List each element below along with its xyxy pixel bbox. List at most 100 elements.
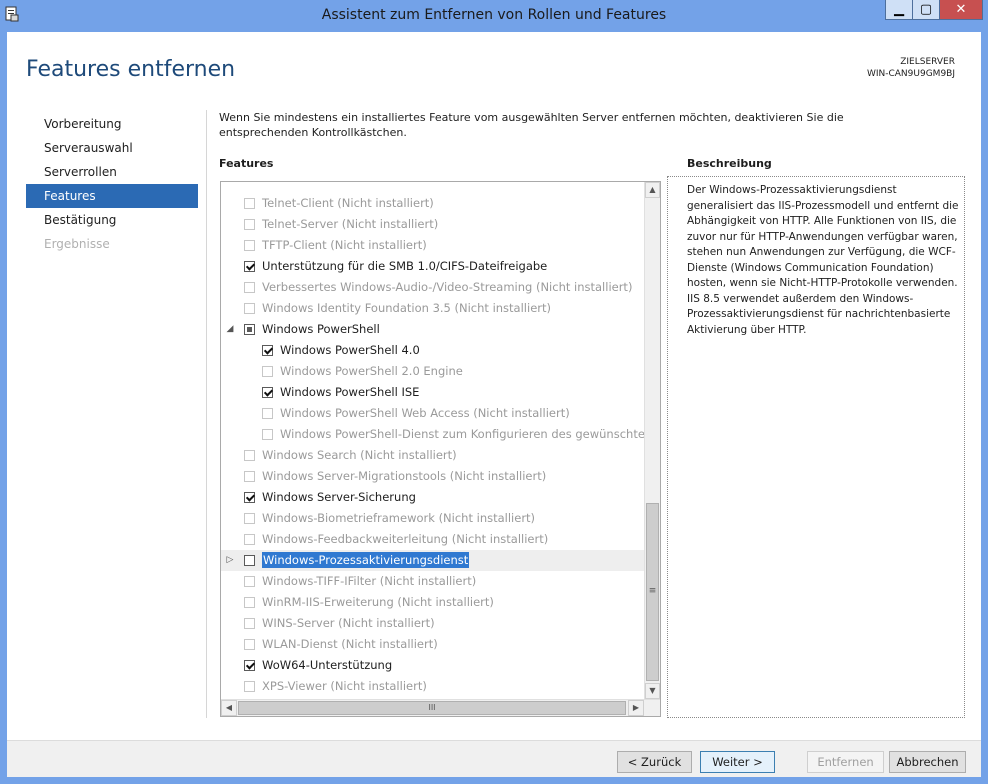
- feature-row[interactable]: Telnet-Server (Nicht installiert): [221, 214, 645, 235]
- minimize-icon: ▁: [894, 2, 904, 17]
- feature-label-xps-viewer-nicht-installiert: XPS-Viewer (Nicht installiert): [262, 679, 427, 693]
- feature-row[interactable]: XPS-Viewer (Nicht installiert): [221, 676, 645, 697]
- feature-row[interactable]: WoW64-Unterstützung: [221, 655, 645, 676]
- feature-row[interactable]: Windows PowerShell 4.0: [221, 340, 645, 361]
- feature-checkbox: [244, 513, 255, 524]
- intro-text: Wenn Sie mindestens ein installiertes Fe…: [219, 111, 844, 139]
- collapse-arrow-icon[interactable]: ◢: [224, 319, 236, 340]
- nav-item-serverrollen[interactable]: Serverrollen: [26, 160, 198, 184]
- description-heading: Beschreibung: [687, 157, 772, 170]
- feature-checkbox: [244, 303, 255, 314]
- back-button[interactable]: < Zurück: [617, 751, 692, 773]
- feature-row[interactable]: TFTP-Client (Nicht installiert): [221, 235, 645, 256]
- wizard-footer: < Zurück Weiter > Entfernen Abbrechen: [7, 740, 981, 777]
- feature-row[interactable]: Windows PowerShell 2.0 Engine: [221, 361, 645, 382]
- feature-checkbox: [244, 471, 255, 482]
- feature-row[interactable]: WLAN-Dienst (Nicht installiert): [221, 634, 645, 655]
- feature-row[interactable]: Windows Search (Nicht installiert): [221, 445, 645, 466]
- feature-checkbox: [244, 618, 255, 629]
- window-title: Assistent zum Entfernen von Rollen und F…: [321, 7, 667, 23]
- grip-icon: III: [428, 703, 436, 712]
- feature-row[interactable]: Windows Server-Sicherung: [221, 487, 645, 508]
- vertical-scroll-thumb[interactable]: ≡: [646, 503, 659, 681]
- next-button[interactable]: Weiter >: [700, 751, 775, 773]
- feature-row[interactable]: Telnet-Client (Nicht installiert): [221, 193, 645, 214]
- feature-row[interactable]: Windows-TIFF-IFilter (Nicht installiert): [221, 571, 645, 592]
- nav-divider: [206, 110, 207, 718]
- target-server-label: ZIELSERVER: [900, 57, 955, 67]
- feature-row[interactable]: WINS-Server (Nicht installiert): [221, 613, 645, 634]
- feature-checkbox: [244, 282, 255, 293]
- feature-label-windows-powershell-dienst-zum-konfigurie: Windows PowerShell-Dienst zum Konfigurie…: [280, 427, 645, 441]
- window-frame-left: [0, 32, 7, 784]
- feature-label-wow64-unterstützung: WoW64-Unterstützung: [262, 658, 393, 672]
- maximize-button[interactable]: ▢: [913, 0, 940, 20]
- feature-row[interactable]: Windows Server-Migrationstools (Nicht in…: [221, 466, 645, 487]
- nav-item-bestaetigung[interactable]: Bestätigung: [26, 208, 198, 232]
- feature-checkbox: [244, 240, 255, 251]
- feature-label-windows-server-migrationstools-nicht-ins: Windows Server-Migrationstools (Nicht in…: [262, 469, 547, 483]
- arrow-right-icon: ▶: [632, 703, 640, 712]
- feature-row[interactable]: Windows PowerShell Web Access (Nicht ins…: [221, 403, 645, 424]
- feature-label-windows-biometrieframework-nicht-install: Windows-Biometrieframework (Nicht instal…: [262, 511, 536, 525]
- close-button[interactable]: ✕: [940, 0, 983, 20]
- feature-checkbox[interactable]: [262, 387, 273, 398]
- feature-row[interactable]: Verbessertes Windows-Audio-/Video-Stream…: [221, 277, 645, 298]
- feature-row[interactable]: Unterstützung für die SMB 1.0/CIFS-Datei…: [221, 256, 645, 277]
- page-title: Features entfernen: [26, 57, 236, 82]
- feature-row[interactable]: Windows-Biometrieframework (Nicht instal…: [221, 508, 645, 529]
- cancel-button[interactable]: Abbrechen: [889, 751, 966, 773]
- title-bar[interactable]: Assistent zum Entfernen von Rollen und F…: [0, 0, 988, 32]
- feature-label-windows-identity-foundation-3-5-nicht-in: Windows Identity Foundation 3.5 (Nicht i…: [262, 301, 551, 315]
- target-server-info: ZIELSERVER WIN-CAN9U9GM9BJ: [867, 56, 955, 80]
- feature-checkbox[interactable]: [262, 345, 273, 356]
- feature-checkbox: [244, 534, 255, 545]
- feature-checkbox[interactable]: [244, 660, 255, 671]
- feature-row[interactable]: ▷ Windows-Prozessaktivierungsdienst: [221, 550, 645, 571]
- feature-label-unterstützung-für-die-smb-1-0-cifs-datei: Unterstützung für die SMB 1.0/CIFS-Datei…: [262, 259, 548, 273]
- feature-row[interactable]: Windows PowerShell ISE: [221, 382, 645, 403]
- feature-label-verbessertes-windows-audio-video-streami: Verbessertes Windows-Audio-/Video-Stream…: [262, 280, 633, 294]
- close-icon: ✕: [955, 2, 967, 17]
- feature-label-windows-powershell-ise: Windows PowerShell ISE: [280, 385, 420, 399]
- feature-checkbox: [244, 597, 255, 608]
- feature-row[interactable]: Windows Identity Foundation 3.5 (Nicht i…: [221, 298, 645, 319]
- feature-checkbox[interactable]: [244, 261, 255, 272]
- window-frame-right: [981, 32, 988, 784]
- target-server-name: WIN-CAN9U9GM9BJ: [866, 69, 955, 79]
- feature-row[interactable]: WinRM-IIS-Erweiterung (Nicht installiert…: [221, 592, 645, 613]
- arrow-down-icon: ▼: [649, 686, 656, 695]
- feature-label-windows-powershell: Windows PowerShell: [262, 322, 380, 336]
- horizontal-scroll-thumb[interactable]: III: [238, 701, 626, 715]
- nav-item-serverauswahl[interactable]: Serverauswahl: [26, 136, 198, 160]
- feature-row[interactable]: Windows PowerShell-Dienst zum Konfigurie…: [221, 424, 645, 445]
- feature-label-wlan-dienst-nicht-installiert: WLAN-Dienst (Nicht installiert): [262, 637, 438, 651]
- feature-label-windows-search-nicht-installiert: Windows Search (Nicht installiert): [262, 448, 457, 462]
- feature-checkbox: [244, 219, 255, 230]
- feature-checkbox[interactable]: [244, 555, 255, 566]
- feature-label-windows-powershell-2-0-engine: Windows PowerShell 2.0 Engine: [280, 364, 463, 378]
- feature-checkbox: [262, 408, 273, 419]
- features-tree[interactable]: Telnet-Client (Nicht installiert) Telnet-…: [220, 181, 661, 717]
- scroll-right-button[interactable]: ▶: [628, 700, 644, 716]
- features-tree-rows: Telnet-Client (Nicht installiert) Telnet-…: [221, 182, 645, 699]
- scroll-left-button[interactable]: ◀: [221, 700, 237, 716]
- expand-arrow-icon[interactable]: ▷: [224, 550, 236, 571]
- feature-checkbox[interactable]: [244, 324, 255, 335]
- scroll-down-button[interactable]: ▼: [645, 683, 660, 699]
- feature-row[interactable]: ◢ Windows PowerShell: [221, 319, 645, 340]
- scroll-up-button[interactable]: ▲: [645, 182, 660, 198]
- nav-item-vorbereitung[interactable]: Vorbereitung: [26, 112, 198, 136]
- feature-label-windows-tiff-ifilter-nicht-installiert: Windows-TIFF-IFilter (Nicht installiert): [262, 574, 477, 588]
- arrow-left-icon: ◀: [225, 703, 233, 712]
- nav-item-features[interactable]: Features: [26, 184, 198, 208]
- feature-checkbox[interactable]: [244, 492, 255, 503]
- feature-row[interactable]: Windows-Feedbackweiterleitung (Nicht ins…: [221, 529, 645, 550]
- feature-checkbox: [262, 366, 273, 377]
- feature-checkbox: [244, 681, 255, 692]
- horizontal-scrollbar[interactable]: ◀ III ▶: [221, 699, 660, 716]
- feature-label-windows-powershell-4-0: Windows PowerShell 4.0: [280, 343, 420, 357]
- feature-checkbox: [244, 450, 255, 461]
- minimize-button[interactable]: ▁: [885, 0, 913, 20]
- vertical-scrollbar[interactable]: ▲ ≡ ▼: [644, 182, 660, 699]
